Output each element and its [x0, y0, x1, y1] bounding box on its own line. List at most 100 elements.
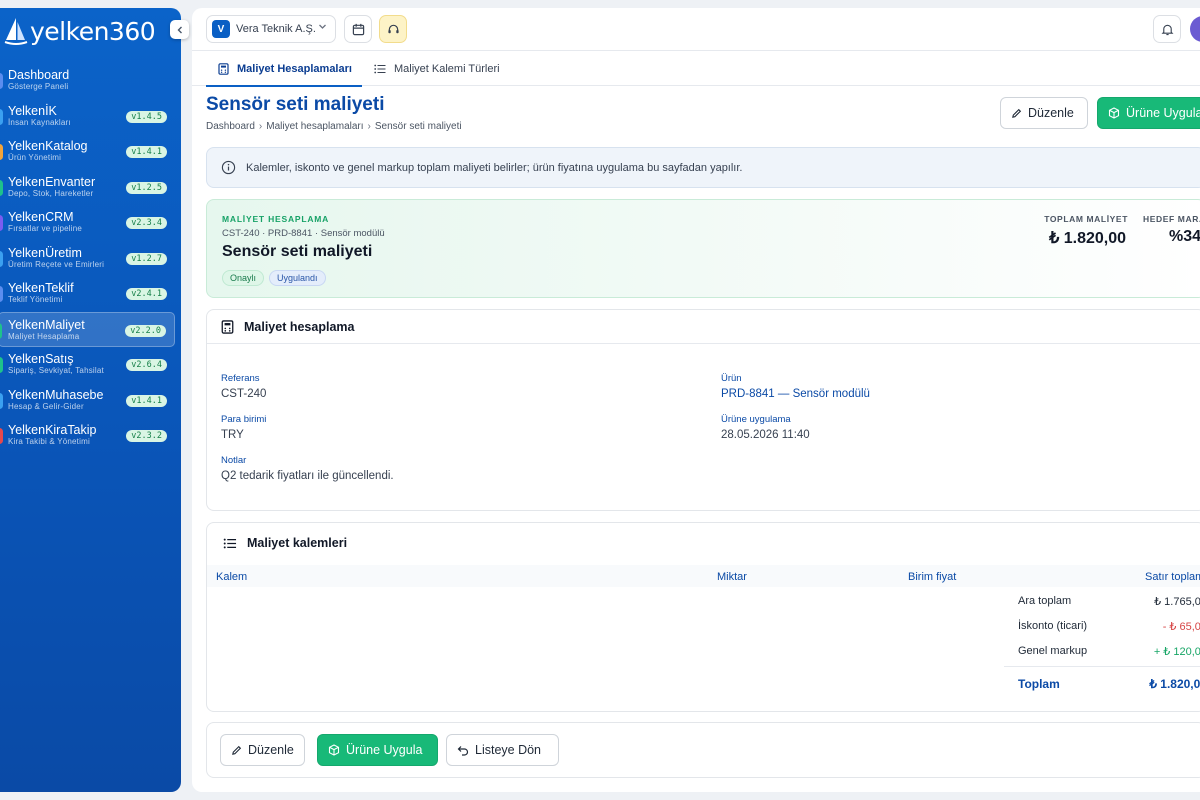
version-badge: v1.4.1 — [126, 394, 167, 407]
card-header: Maliyet hesaplama — [207, 310, 1200, 344]
field-label: Ürün — [721, 373, 742, 384]
card-header: Maliyet kalemleri — [207, 523, 1200, 563]
breadcrumb-link-dashboard[interactable]: Dashboard — [206, 121, 255, 132]
info-text: Kalemler, iskonto ve genel markup toplam… — [246, 161, 743, 174]
sidebar-item-yelkencrm[interactable]: YelkenCRM Fırsatlar ve pipeline v2.3.4 — [0, 205, 181, 241]
sidebar-item-yelkenuretim[interactable]: YelkenÜretim Üretim Reçete ve Emirleri v… — [0, 241, 181, 277]
user-avatar[interactable]: D — [1190, 16, 1200, 42]
table-header: Kalem Miktar Birim fiyat Satır toplam — [207, 565, 1200, 587]
breadcrumb-separator: › — [367, 121, 371, 132]
sidebar-item-yelkenkatalog[interactable]: YelkenKatalog Ürün Yönetimi v1.4.1 — [0, 134, 181, 170]
product-link[interactable]: PRD-8841 — Sensör modülü — [721, 388, 870, 400]
totals-summary: Ara toplam ₺ 1.765,00 İskonto (ticari) -… — [1004, 587, 1200, 696]
list-icon — [374, 64, 386, 74]
target-margin-stat: HEDEF MAR... %34 — [1143, 214, 1200, 246]
field-label: Notlar — [221, 455, 247, 466]
field-value: TRY — [221, 429, 244, 441]
breadcrumb-link-cost-calculations[interactable]: Maliyet hesaplamaları — [266, 121, 363, 132]
totals-row-grand-total: Toplam ₺ 1.820,00 — [1004, 666, 1200, 696]
totals-value: ₺ 1.820,00 — [1149, 677, 1200, 691]
field-product: Ürün PRD-8841 — Sensör modülü — [721, 373, 870, 400]
module-dot — [0, 73, 3, 89]
edit-button[interactable]: Düzenle — [220, 734, 305, 766]
apply-button-label: Ürüne Uygula — [346, 743, 423, 757]
sidebar-item-dashboard[interactable]: Dashboard Gösterge Paneli — [0, 63, 181, 99]
company-name: Vera Teknik A.Ş. — [236, 23, 316, 35]
version-badge: v1.2.7 — [126, 252, 167, 265]
calendar-button[interactable] — [344, 15, 372, 43]
sidebar-item-yelkensatis[interactable]: YelkenSatış Sipariş, Sevkiyat, Tahsilat … — [0, 347, 181, 383]
sidebar-nav: Dashboard Gösterge Paneli YelkenİK İnsan… — [0, 63, 181, 454]
sidebar-item-yelkenik[interactable]: YelkenİK İnsan Kaynakları v1.4.5 — [0, 99, 181, 135]
field-label: Ürüne uygulama — [721, 414, 791, 425]
total-cost-stat: TOPLAM MALİYET ₺ 1.820,00 — [1032, 214, 1128, 248]
field-label: Para birimi — [221, 414, 267, 425]
total-cost-label: TOPLAM MALİYET — [1044, 214, 1128, 224]
version-badge: v2.3.4 — [126, 217, 167, 229]
tab-label: Maliyet Kalemi Türleri — [394, 63, 500, 75]
card-title: Maliyet kalemleri — [247, 536, 348, 550]
version-badge: v2.2.0 — [125, 324, 166, 337]
breadcrumb: Dashboard › Maliyet hesaplamaları › Sensör s… — [206, 121, 462, 132]
tab-cost-calculations[interactable]: Maliyet Hesaplamaları — [206, 52, 362, 87]
box-icon — [1108, 107, 1120, 119]
sidebar-item-yelkenmaliyet[interactable]: YelkenMaliyet Maliyet Hesaplama v2.2.0 — [0, 311, 175, 347]
action-bar: Düzenle Ürüne Uygula Listeye Dön — [206, 722, 1200, 778]
headset-icon — [387, 24, 399, 33]
cost-calculation-card: Maliyet hesaplama Referans CST-240 Ürün … — [206, 309, 1200, 511]
undo-arrow-icon — [457, 745, 469, 756]
pencil-icon — [1012, 108, 1022, 118]
status-badge-applied: Uygulandı — [269, 270, 326, 286]
cost-items-card: Maliyet kalemleri Kalem Miktar Birim fiy… — [206, 522, 1200, 712]
logo[interactable]: yelken360 — [4, 14, 156, 48]
version-badge: v2.3.2 — [126, 430, 167, 442]
column-header-unit-price[interactable]: Birim fiyat — [908, 571, 956, 583]
summary-card: MALİYET HESAPLAMA CST-240 · PRD-8841 · S… — [206, 199, 1200, 298]
version-badge: v2.4.1 — [126, 288, 167, 300]
field-applied-at: Ürüne uygulama 28.05.2026 11:40 — [721, 414, 810, 441]
module-dot — [0, 179, 3, 196]
apply-to-product-button[interactable]: Ürüne Uygula — [317, 734, 438, 766]
notifications-button[interactable] — [1153, 15, 1181, 43]
support-button[interactable] — [379, 15, 407, 43]
totals-row-discount: İskonto (ticari) - ₺ 65,00 — [1004, 612, 1200, 637]
breadcrumb-current: Sensör seti maliyeti — [374, 121, 462, 132]
target-margin-label: HEDEF MAR... — [1143, 214, 1200, 224]
field-value: 28.05.2026 11:40 — [721, 429, 810, 441]
column-header-quantity[interactable]: Miktar — [717, 571, 747, 583]
box-icon — [328, 744, 340, 756]
apply-to-product-button[interactable]: Ürüne Uygula — [1097, 97, 1200, 129]
summary-meta: CST-240 · PRD-8841 · Sensör modülü — [222, 228, 385, 239]
version-badge: v1.2.5 — [126, 181, 167, 194]
sidebar-item-yelkenenvanter[interactable]: YelkenEnvanter Depo, Stok, Hareketler v1… — [0, 170, 181, 206]
sidebar-item-yelkenmuhasebe[interactable]: YelkenMuhasebe Hesap & Gelir-Gider v1.4.… — [0, 383, 181, 419]
totals-label: Genel markup — [1018, 645, 1088, 657]
field-currency: Para birimi TRY — [221, 414, 266, 441]
edit-button[interactable]: Düzenle — [1000, 97, 1088, 129]
module-dot — [0, 322, 2, 339]
main-panel: V Vera Teknik A.Ş. D Maliyet Hesaplamala… — [192, 8, 1200, 792]
tab-cost-item-types[interactable]: Maliyet Kalemi Türleri — [374, 52, 500, 86]
company-selector[interactable]: V Vera Teknik A.Ş. — [206, 15, 336, 43]
status-tags: Onaylı Uygulandı — [222, 270, 326, 286]
module-dot — [0, 357, 3, 373]
info-banner: Kalemler, iskonto ve genel markup toplam… — [206, 147, 1200, 188]
calculator-icon — [218, 63, 229, 75]
sidebar-collapse-button[interactable] — [170, 20, 189, 39]
sidebar-item-yelkenteklif[interactable]: YelkenTeklif Teklif Yönetimi v2.4.1 — [0, 276, 181, 312]
column-header-line-total[interactable]: Satır toplam — [1145, 571, 1200, 583]
totals-value: ₺ 1.765,00 — [1154, 596, 1200, 608]
field-notes: Notlar Q2 tedarik fiyatları ile güncelle… — [221, 455, 394, 482]
totals-value: + ₺ 120,00 — [1153, 646, 1200, 658]
column-header-item[interactable]: Kalem — [216, 571, 247, 583]
module-dot — [0, 215, 3, 231]
field-value: Q2 tedarik fiyatları ile güncellendi. — [221, 470, 394, 482]
back-to-list-button[interactable]: Listeye Dön — [446, 734, 559, 766]
module-dot — [0, 428, 3, 444]
sidebar-item-yelkenkiratakip[interactable]: YelkenKiraTakip Kira Takibi & Yönetimi v… — [0, 418, 181, 454]
tab-label: Maliyet Hesaplamaları — [237, 63, 352, 75]
module-dot — [0, 108, 3, 125]
summary-name: Sensör seti maliyeti — [222, 243, 373, 260]
version-badge: v2.6.4 — [126, 359, 167, 371]
module-dot — [0, 250, 3, 267]
